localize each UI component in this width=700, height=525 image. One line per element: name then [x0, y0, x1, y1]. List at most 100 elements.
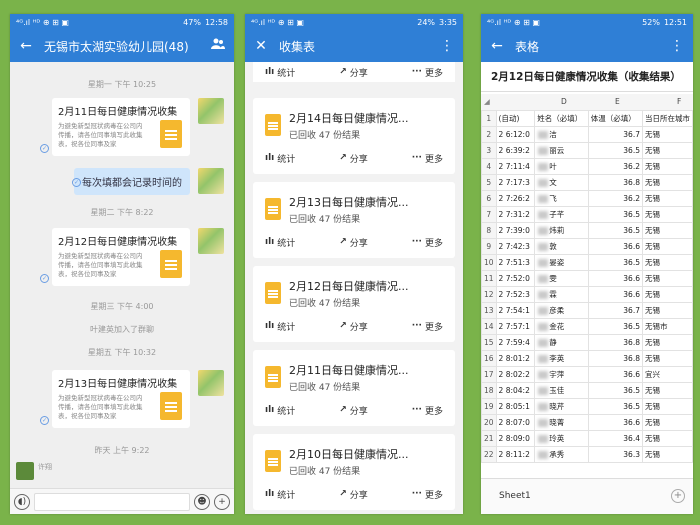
temperature-cell[interactable]: 36.3 — [587, 446, 643, 463]
name-cell[interactable]: 晏姿 — [534, 254, 589, 271]
city-cell[interactable]: 无锡 — [641, 350, 693, 367]
header-cell[interactable]: 体温（必填） — [587, 110, 643, 127]
form-card[interactable]: 2月11日每日健康情况... 已回收 47 份结果 ılı 统计 ↗ 分享 ··· 更… — [253, 350, 455, 426]
time-cell[interactable]: 2 8:01:2 — [495, 350, 536, 367]
avatar[interactable] — [198, 98, 224, 124]
group-members-icon[interactable] — [210, 38, 226, 54]
city-cell[interactable]: 无锡 — [641, 174, 693, 191]
name-cell[interactable]: 晓菁 — [534, 414, 589, 431]
more-button[interactable]: ··· 更多 — [412, 236, 443, 249]
more-button[interactable]: ··· 更多 — [412, 320, 443, 333]
temperature-cell[interactable]: 36.2 — [587, 158, 643, 175]
name-cell[interactable]: 飞 — [534, 190, 589, 207]
avatar[interactable] — [16, 462, 34, 480]
city-cell[interactable]: 无锡 — [641, 158, 693, 175]
stats-button[interactable]: ılı 统计 — [265, 152, 295, 165]
more-button[interactable]: ··· 更多 — [412, 488, 443, 501]
temperature-cell[interactable]: 36.6 — [587, 270, 643, 287]
temperature-cell[interactable]: 36.7 — [587, 126, 643, 143]
temperature-cell[interactable]: 36.8 — [587, 174, 643, 191]
column-letter[interactable]: F — [677, 97, 681, 106]
time-cell[interactable]: 2 7:52:0 — [495, 270, 536, 287]
name-cell[interactable]: 雯 — [534, 270, 589, 287]
stats-button[interactable]: ılı 统计 — [265, 488, 295, 501]
name-cell[interactable]: 金花 — [534, 318, 589, 335]
form-card[interactable]: 2月12日每日健康情况... 已回收 47 份结果 ılı 统计 ↗ 分享 ··· 更… — [253, 266, 455, 342]
message-input[interactable] — [34, 492, 190, 511]
stats-button[interactable]: ılı 统计 — [265, 404, 295, 417]
time-cell[interactable]: 2 7:31:2 — [495, 206, 536, 223]
more-button[interactable]: ··· 更多 — [412, 404, 443, 417]
temperature-cell[interactable]: 36.5 — [587, 254, 643, 271]
city-cell[interactable]: 无锡 — [641, 430, 693, 447]
name-cell[interactable]: 霖 — [534, 286, 589, 303]
temperature-cell[interactable]: 36.5 — [587, 318, 643, 335]
more-button[interactable]: ··· 更多 — [412, 66, 443, 79]
city-cell[interactable]: 无锡 — [641, 238, 693, 255]
stats-button[interactable]: ılı 统计 — [265, 236, 295, 249]
header-cell[interactable]: 姓名（必填） — [534, 110, 589, 127]
add-sheet-icon[interactable]: + — [671, 489, 685, 503]
name-cell[interactable]: 炜莉 — [534, 222, 589, 239]
time-cell[interactable]: 2 7:17:3 — [495, 174, 536, 191]
city-cell[interactable]: 无锡 — [641, 142, 693, 159]
time-cell[interactable]: 2 8:05:1 — [495, 398, 536, 415]
more-menu-icon[interactable]: ⋮ — [669, 38, 685, 54]
temperature-cell[interactable]: 36.5 — [587, 398, 643, 415]
plus-icon[interactable]: + — [214, 493, 230, 510]
temperature-cell[interactable]: 36.2 — [587, 190, 643, 207]
temperature-cell[interactable]: 36.6 — [587, 366, 643, 383]
share-button[interactable]: ↗ 分享 — [339, 404, 368, 417]
emoji-icon[interactable]: ☻ — [194, 493, 210, 510]
voice-icon[interactable]: ◖) — [14, 493, 30, 510]
share-button[interactable]: ↗ 分享 — [339, 236, 368, 249]
name-cell[interactable]: 丽云 — [534, 142, 589, 159]
city-cell[interactable]: 无锡 — [641, 398, 693, 415]
city-cell[interactable]: 宜兴 — [641, 366, 693, 383]
temperature-cell[interactable]: 36.8 — [587, 334, 643, 351]
sheet-tab[interactable]: Sheet1 — [499, 491, 531, 501]
header-cell[interactable]: (自动) — [495, 110, 536, 127]
time-cell[interactable]: 2 8:02:2 — [495, 366, 536, 383]
city-cell[interactable]: 无锡 — [641, 302, 693, 319]
city-cell[interactable]: 无锡 — [641, 270, 693, 287]
name-cell[interactable]: 玲英 — [534, 430, 589, 447]
header-cell[interactable]: 当日所在城市 — [641, 110, 693, 127]
close-icon[interactable]: ✕ — [253, 38, 269, 54]
city-cell[interactable]: 无锡 — [641, 190, 693, 207]
form-share-card[interactable]: 2月11日每日健康情况收集 为避免新型冠状病毒在公司内传播，请各位同事填写此收集… — [52, 98, 190, 156]
message-list[interactable]: 星期一 下午 10:25 2月11日每日健康情况收集 为避免新型冠状病毒在公司内… — [10, 62, 234, 488]
form-card[interactable]: 2月14日每日健康情况... 已回收 47 份结果 ılı 统计 ↗ 分享 ··· 更… — [253, 98, 455, 174]
more-menu-icon[interactable]: ⋮ — [439, 38, 455, 54]
time-cell[interactable]: 2 7:39:0 — [495, 222, 536, 239]
form-share-card[interactable]: 2月12日每日健康情况收集 为避免新型冠状病毒在公司内传播，请各位同事填写此收集… — [52, 228, 190, 286]
name-cell[interactable]: 承秀 — [534, 446, 589, 463]
sheet-grid[interactable]: 1 (自动) 姓名（必填） 体温（必填） 当日所在城市 22 6:12:0 洁 36… — [481, 110, 693, 463]
message-bubble[interactable]: 每次填都会记录时间的 — [74, 168, 190, 195]
stats-button[interactable]: ılı 统计 — [265, 320, 295, 333]
temperature-cell[interactable]: 36.4 — [587, 430, 643, 447]
name-cell[interactable]: 玉佳 — [534, 382, 589, 399]
select-all-icon[interactable]: ◢ — [484, 97, 490, 106]
city-cell[interactable]: 无锡 — [641, 254, 693, 271]
form-card[interactable]: 2月13日每日健康情况... 已回收 47 份结果 ılı 统计 ↗ 分享 ··· 更… — [253, 182, 455, 258]
time-cell[interactable]: 2 8:11:2 — [495, 446, 536, 463]
time-cell[interactable]: 2 6:12:0 — [495, 126, 536, 143]
share-button[interactable]: ↗ 分享 — [339, 320, 368, 333]
back-arrow-icon[interactable]: ← — [489, 38, 505, 54]
name-cell[interactable]: 洁 — [534, 126, 589, 143]
temperature-cell[interactable]: 36.8 — [587, 350, 643, 367]
name-cell[interactable]: 文 — [534, 174, 589, 191]
more-button[interactable]: ··· 更多 — [412, 152, 443, 165]
avatar[interactable] — [198, 228, 224, 254]
city-cell[interactable]: 无锡 — [641, 382, 693, 399]
time-cell[interactable]: 2 7:52:3 — [495, 286, 536, 303]
temperature-cell[interactable]: 36.5 — [587, 142, 643, 159]
city-cell[interactable]: 无锡 — [641, 222, 693, 239]
column-letter[interactable]: D — [561, 97, 567, 106]
city-cell[interactable]: 无锡市 — [641, 318, 693, 335]
time-cell[interactable]: 2 7:54:1 — [495, 302, 536, 319]
form-card[interactable]: 2月10日每日健康情况... 已回收 47 份结果 ılı 统计 ↗ 分享 ··· 更… — [253, 434, 455, 510]
name-cell[interactable]: 叶 — [534, 158, 589, 175]
city-cell[interactable]: 无锡 — [641, 286, 693, 303]
